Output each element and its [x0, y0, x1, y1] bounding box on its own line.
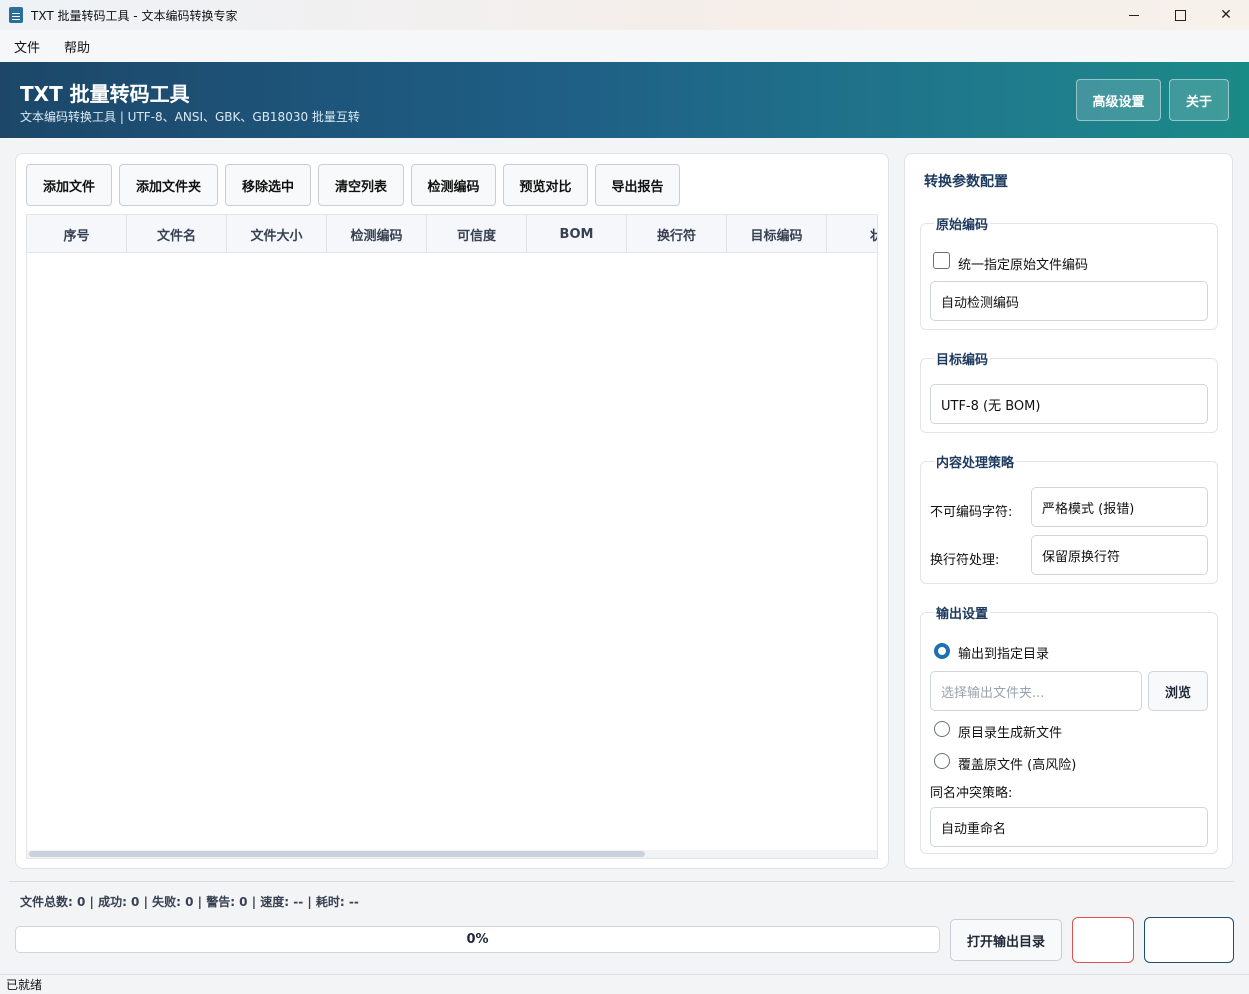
stop-button[interactable] [1072, 917, 1134, 963]
close-icon: ✕ [1220, 7, 1232, 23]
target-encoding-group: 目标编码 UTF-8 (无 BOM) [920, 349, 1218, 433]
unencodable-label: 不可编码字符: [930, 505, 1013, 520]
scrollbar-thumb[interactable] [29, 851, 645, 857]
target-encoding-label: 目标编码 [934, 349, 991, 368]
status-text: 已就绪 [6, 978, 43, 992]
window-title: TXT 批量转码工具 - 文本编码转换专家 [31, 8, 238, 23]
menu-help[interactable]: 帮助 [64, 37, 90, 56]
content-strategy-label: 内容处理策略 [934, 452, 1017, 471]
export-report-button[interactable]: 导出报告 [595, 164, 680, 206]
column-index[interactable]: 序号 [27, 215, 127, 253]
menu-file[interactable]: 文件 [14, 37, 40, 56]
content-strategy-group: 内容处理策略 不可编码字符: 严格模式 (报错) 换行符处理: 保留原换行符 [920, 452, 1218, 584]
overwrite-radio[interactable] [934, 753, 950, 769]
file-toolbar: 添加文件 添加文件夹 移除选中 清空列表 检测编码 预览对比 导出报告 [26, 164, 680, 206]
unify-source-label: 统一指定原始文件编码 [958, 258, 1089, 273]
document-icon [9, 7, 23, 23]
newline-select[interactable]: 保留原换行符 [1031, 535, 1208, 575]
open-output-dir-button[interactable]: 打开输出目录 [950, 919, 1062, 961]
config-title: 转换参数配置 [924, 174, 1008, 190]
remove-selected-button[interactable]: 移除选中 [225, 164, 311, 206]
horizontal-scrollbar[interactable] [27, 850, 877, 858]
table-header: 序号 文件名 文件大小 检测编码 可信度 BOM 换行符 目标编码 状 [27, 215, 877, 253]
preview-compare-button[interactable]: 预览对比 [503, 164, 588, 206]
progress-bar: 0% [15, 926, 940, 953]
config-panel: 转换参数配置 原始编码 统一指定原始文件编码 自动检测编码 目标编码 UTF-8… [904, 153, 1233, 869]
column-status[interactable]: 状 [827, 215, 877, 253]
source-encoding-group: 原始编码 统一指定原始文件编码 自动检测编码 [920, 214, 1218, 330]
conflict-label: 同名冲突策略: [930, 786, 1013, 801]
unencodable-select[interactable]: 严格模式 (报错) [1031, 487, 1208, 527]
app-subtitle: 文本编码转换工具 | UTF-8、ANSI、GBK、GB18030 批量互转 [20, 110, 360, 124]
target-encoding-select[interactable]: UTF-8 (无 BOM) [930, 384, 1208, 424]
stats-summary: 文件总数: 0 | 成功: 0 | 失败: 0 | 警告: 0 | 速度: --… [14, 893, 365, 910]
unify-source-checkbox[interactable] [933, 252, 950, 269]
column-detected-encoding[interactable]: 检测编码 [327, 215, 427, 253]
file-table[interactable]: 序号 文件名 文件大小 检测编码 可信度 BOM 换行符 目标编码 状 [26, 214, 878, 859]
column-filename[interactable]: 文件名 [127, 215, 227, 253]
progress-text: 0% [466, 932, 489, 947]
newline-label: 换行符处理: [930, 553, 1000, 568]
output-dir-input[interactable]: 选择输出文件夹... [930, 671, 1142, 711]
output-settings-label: 输出设置 [934, 603, 991, 622]
source-encoding-label: 原始编码 [934, 214, 991, 233]
source-encoding-select[interactable]: 自动检测编码 [930, 281, 1208, 321]
minimize-button[interactable] [1111, 0, 1157, 30]
clear-list-button[interactable]: 清空列表 [318, 164, 404, 206]
start-button[interactable] [1144, 917, 1234, 963]
column-newline[interactable]: 换行符 [627, 215, 727, 253]
header-banner: TXT 批量转码工具 文本编码转换工具 | UTF-8、ANSI、GBK、GB1… [0, 62, 1249, 138]
detect-encoding-button[interactable]: 检测编码 [411, 164, 496, 206]
overwrite-label: 覆盖原文件 (高风险) [958, 758, 1077, 773]
maximize-button[interactable] [1157, 0, 1203, 30]
output-settings-group: 输出设置 输出到指定目录 选择输出文件夹... 浏览 原目录生成新文件 覆盖原文… [920, 603, 1218, 854]
file-list-panel: 添加文件 添加文件夹 移除选中 清空列表 检测编码 预览对比 导出报告 序号 文… [15, 153, 889, 869]
column-filesize[interactable]: 文件大小 [227, 215, 327, 253]
column-confidence[interactable]: 可信度 [427, 215, 527, 253]
same-dir-radio[interactable] [934, 721, 950, 737]
column-target-encoding[interactable]: 目标编码 [727, 215, 827, 253]
app-title: TXT 批量转码工具 [20, 82, 190, 106]
add-file-button[interactable]: 添加文件 [26, 164, 112, 206]
status-bar: 已就绪 [0, 974, 1249, 994]
title-bar: TXT 批量转码工具 - 文本编码转换专家 ✕ [0, 0, 1249, 30]
output-dir-label: 输出到指定目录 [958, 647, 1050, 662]
browse-button[interactable]: 浏览 [1148, 671, 1208, 711]
window-controls: ✕ [1111, 0, 1249, 30]
same-dir-label: 原目录生成新文件 [958, 726, 1063, 741]
conflict-select[interactable]: 自动重命名 [930, 807, 1208, 847]
advanced-settings-button[interactable]: 高级设置 [1076, 79, 1161, 121]
add-folder-button[interactable]: 添加文件夹 [119, 164, 218, 206]
menu-bar: 文件 帮助 [0, 30, 1249, 62]
stats-divider [9, 881, 1234, 882]
close-button[interactable]: ✕ [1203, 0, 1249, 30]
output-dir-radio[interactable] [934, 643, 950, 659]
column-bom[interactable]: BOM [527, 215, 627, 253]
about-button[interactable]: 关于 [1169, 79, 1229, 121]
